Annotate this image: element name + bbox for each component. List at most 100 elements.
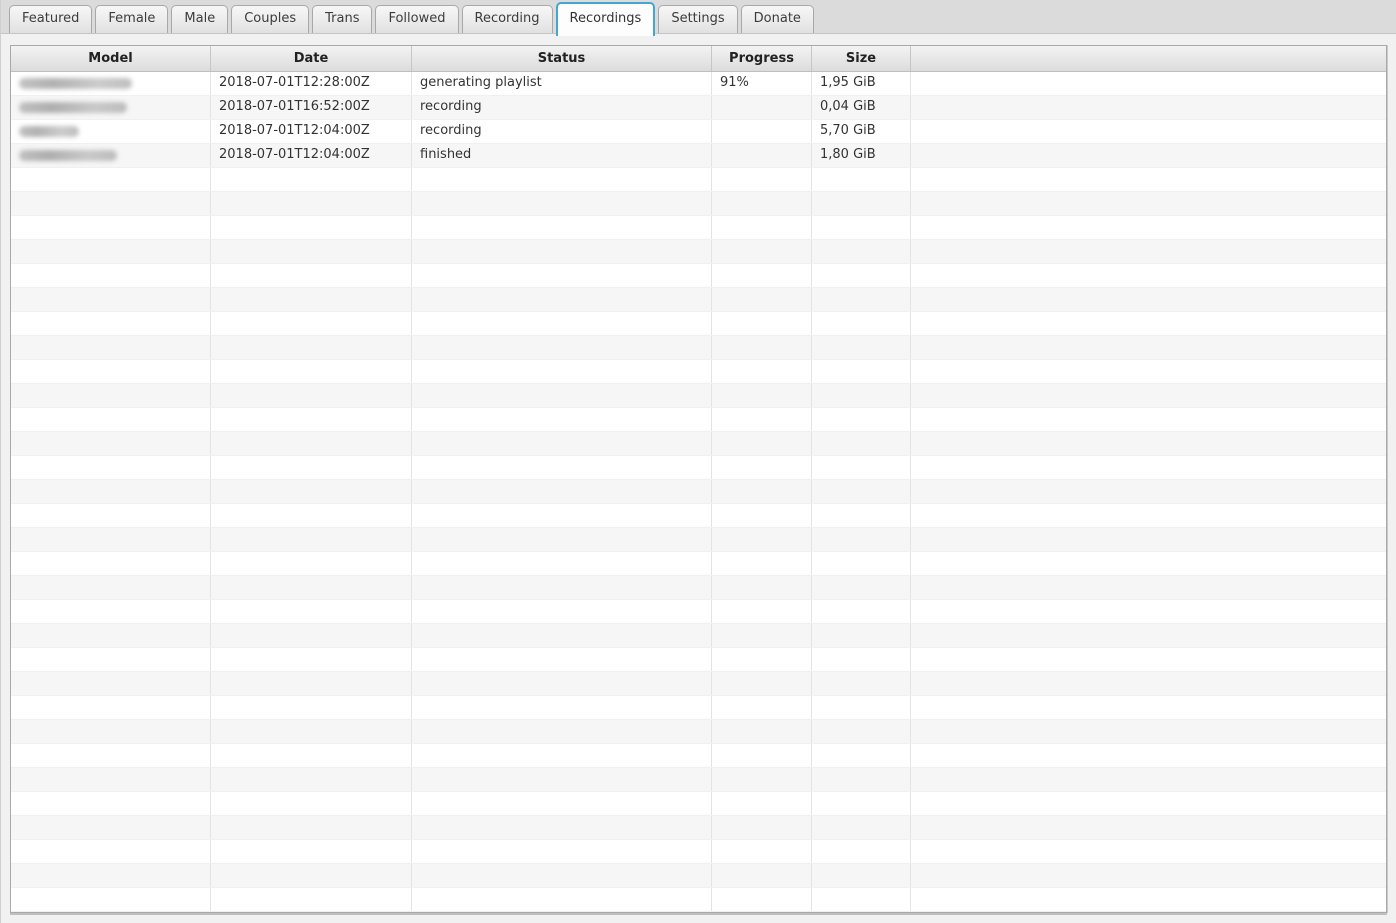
- table-row-empty: [11, 456, 1386, 480]
- column-header-status[interactable]: Status: [412, 46, 712, 71]
- cell-filler: [911, 432, 1386, 455]
- cell-empty: [211, 648, 412, 671]
- cell-empty: [812, 360, 911, 383]
- cell-empty: [412, 192, 712, 215]
- cell-filler: [911, 456, 1386, 479]
- table-row-empty: [11, 528, 1386, 552]
- cell-empty: [812, 264, 911, 287]
- tab-female[interactable]: Female: [95, 5, 168, 33]
- cell-empty: [11, 552, 211, 575]
- tab-settings[interactable]: Settings: [658, 5, 737, 33]
- cell-empty: [211, 168, 412, 191]
- cell-filler: [911, 168, 1386, 191]
- cell-filler: [911, 792, 1386, 815]
- cell-empty: [812, 504, 911, 527]
- cell-empty: [211, 480, 412, 503]
- cell-empty: [712, 288, 812, 311]
- cell-empty: [211, 528, 412, 551]
- cell-empty: [412, 792, 712, 815]
- cell-empty: [11, 192, 211, 215]
- table-row-empty: [11, 600, 1386, 624]
- cell-progress: [712, 144, 812, 167]
- cell-empty: [211, 360, 412, 383]
- cell-empty: [812, 312, 911, 335]
- cell-empty: [412, 528, 712, 551]
- redacted-model-name: [19, 126, 79, 137]
- cell-progress: [712, 120, 812, 143]
- cell-filler: [911, 888, 1386, 911]
- tab-recordings[interactable]: Recordings: [556, 2, 656, 36]
- cell-filler: [911, 120, 1386, 143]
- cell-status: recording: [412, 120, 712, 143]
- table-row-empty: [11, 720, 1386, 744]
- cell-empty: [812, 336, 911, 359]
- cell-empty: [712, 888, 812, 911]
- column-header-size[interactable]: Size: [812, 46, 911, 71]
- cell-empty: [812, 240, 911, 263]
- cell-filler: [911, 768, 1386, 791]
- tab-followed[interactable]: Followed: [375, 5, 458, 33]
- cell-empty: [211, 432, 412, 455]
- cell-empty: [812, 288, 911, 311]
- table-row-empty: [11, 240, 1386, 264]
- cell-empty: [211, 768, 412, 791]
- cell-empty: [11, 864, 211, 887]
- table-row[interactable]: 2018-07-01T12:28:00Zgenerating playlist9…: [11, 72, 1386, 96]
- cell-empty: [712, 480, 812, 503]
- cell-empty: [712, 312, 812, 335]
- cell-empty: [11, 576, 211, 599]
- cell-filler: [911, 672, 1386, 695]
- cell-empty: [11, 336, 211, 359]
- cell-filler: [911, 216, 1386, 239]
- cell-empty: [211, 264, 412, 287]
- cell-empty: [812, 528, 911, 551]
- tab-bar: FeaturedFemaleMaleCouplesTransFollowedRe…: [1, 0, 1396, 34]
- cell-empty: [11, 168, 211, 191]
- cell-empty: [412, 624, 712, 647]
- cell-empty: [11, 408, 211, 431]
- cell-empty: [812, 576, 911, 599]
- cell-filler: [911, 312, 1386, 335]
- cell-empty: [11, 384, 211, 407]
- column-header-model[interactable]: Model: [11, 46, 211, 71]
- cell-filler: [911, 648, 1386, 671]
- cell-model: [11, 144, 211, 167]
- cell-empty: [812, 768, 911, 791]
- cell-empty: [11, 432, 211, 455]
- cell-empty: [412, 432, 712, 455]
- cell-empty: [211, 240, 412, 263]
- cell-size: 1,80 GiB: [812, 144, 911, 167]
- tab-trans[interactable]: Trans: [312, 5, 372, 33]
- cell-empty: [712, 600, 812, 623]
- tab-donate[interactable]: Donate: [741, 5, 814, 33]
- table-row[interactable]: 2018-07-01T12:04:00Zrecording5,70 GiB: [11, 120, 1386, 144]
- cell-empty: [211, 696, 412, 719]
- tab-featured[interactable]: Featured: [9, 5, 92, 33]
- cell-empty: [412, 600, 712, 623]
- tab-male[interactable]: Male: [171, 5, 228, 33]
- table-row-empty: [11, 384, 1386, 408]
- cell-empty: [812, 816, 911, 839]
- cell-empty: [712, 552, 812, 575]
- cell-empty: [412, 360, 712, 383]
- cell-date: 2018-07-01T16:52:00Z: [211, 96, 412, 119]
- cell-empty: [412, 312, 712, 335]
- cell-filler: [911, 264, 1386, 287]
- cell-empty: [211, 408, 412, 431]
- cell-empty: [812, 192, 911, 215]
- table-header-row: ModelDateStatusProgressSize: [11, 46, 1386, 72]
- table-row-empty: [11, 768, 1386, 792]
- table-row[interactable]: 2018-07-01T12:04:00Zfinished1,80 GiB: [11, 144, 1386, 168]
- cell-empty: [712, 408, 812, 431]
- cell-filler: [911, 288, 1386, 311]
- column-header-date[interactable]: Date: [211, 46, 412, 71]
- cell-empty: [712, 624, 812, 647]
- cell-empty: [211, 552, 412, 575]
- cell-empty: [211, 336, 412, 359]
- column-header-progress[interactable]: Progress: [712, 46, 812, 71]
- table-row[interactable]: 2018-07-01T16:52:00Zrecording0,04 GiB: [11, 96, 1386, 120]
- tab-recording[interactable]: Recording: [462, 5, 553, 33]
- cell-empty: [11, 360, 211, 383]
- tab-couples[interactable]: Couples: [231, 5, 309, 33]
- cell-empty: [812, 432, 911, 455]
